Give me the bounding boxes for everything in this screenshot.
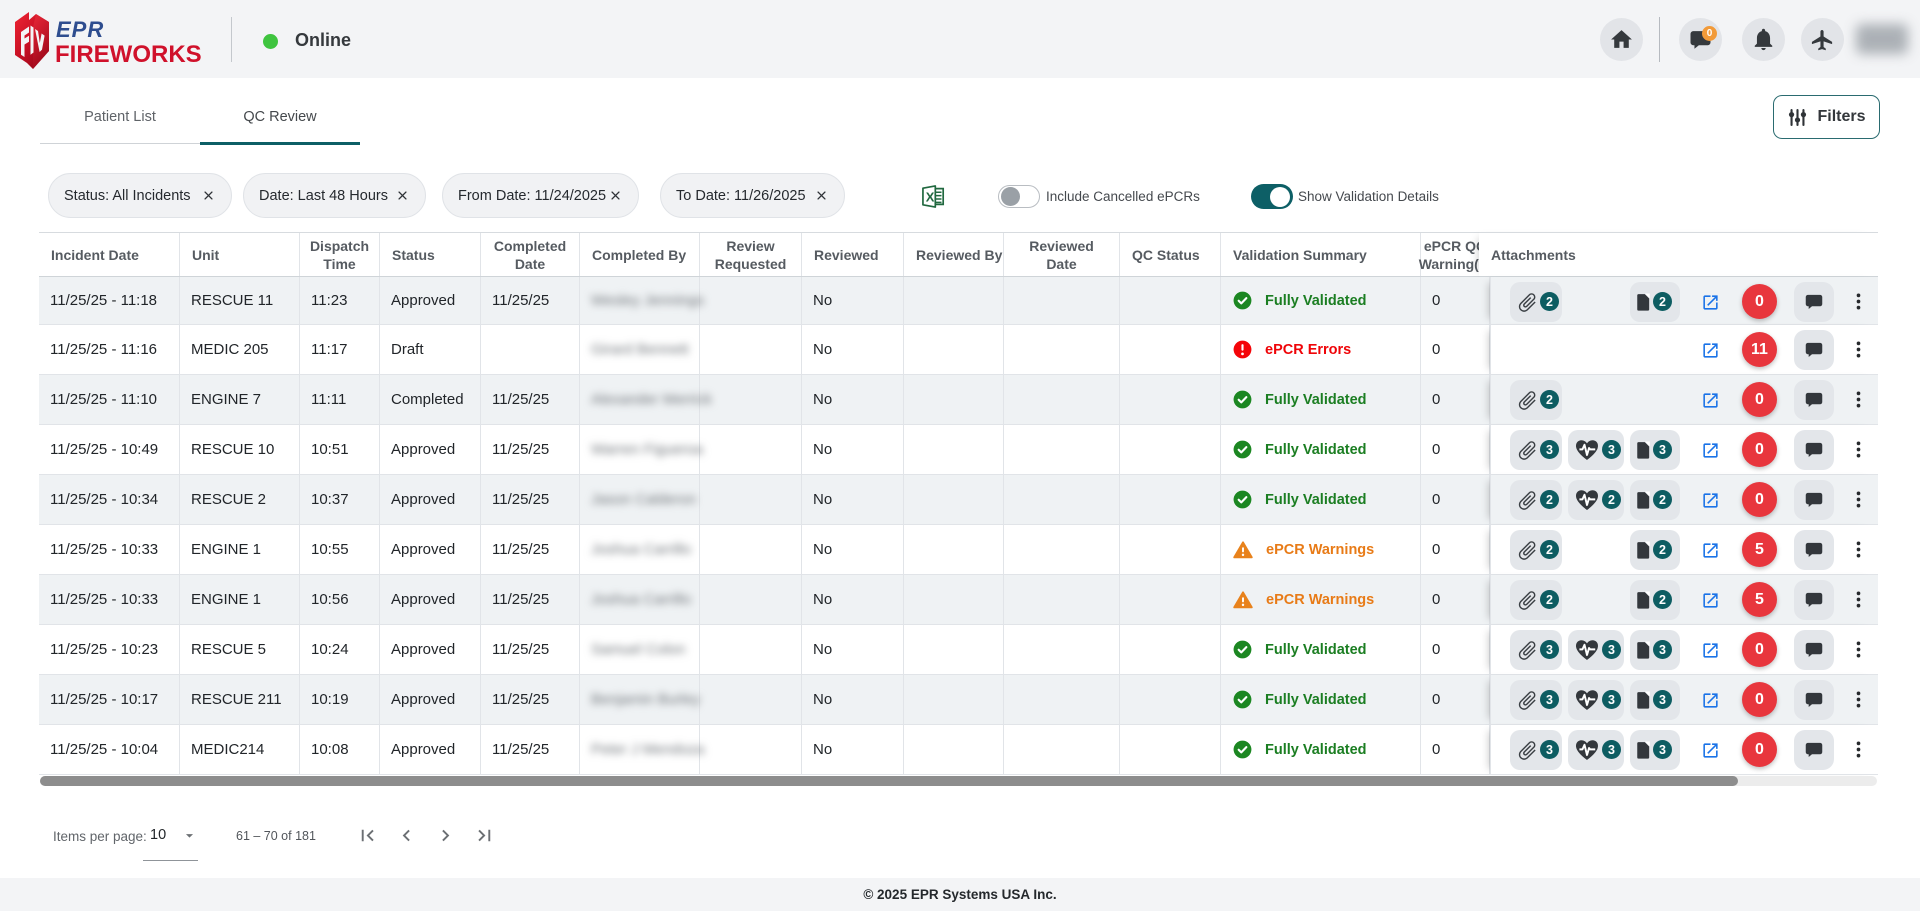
svg-text:X: X: [926, 190, 935, 205]
